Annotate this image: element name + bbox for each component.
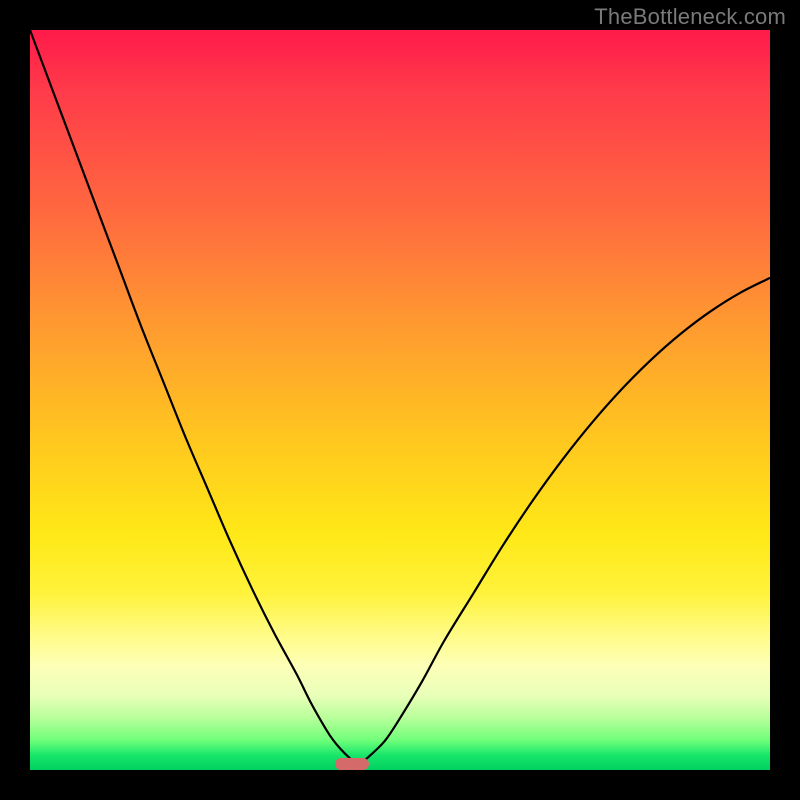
bottleneck-curve (30, 30, 770, 770)
chart-frame: TheBottleneck.com (0, 0, 800, 800)
optimum-marker (335, 758, 369, 770)
watermark-text: TheBottleneck.com (594, 4, 786, 30)
chart-plot-area (30, 30, 770, 770)
curve-path (30, 30, 770, 763)
